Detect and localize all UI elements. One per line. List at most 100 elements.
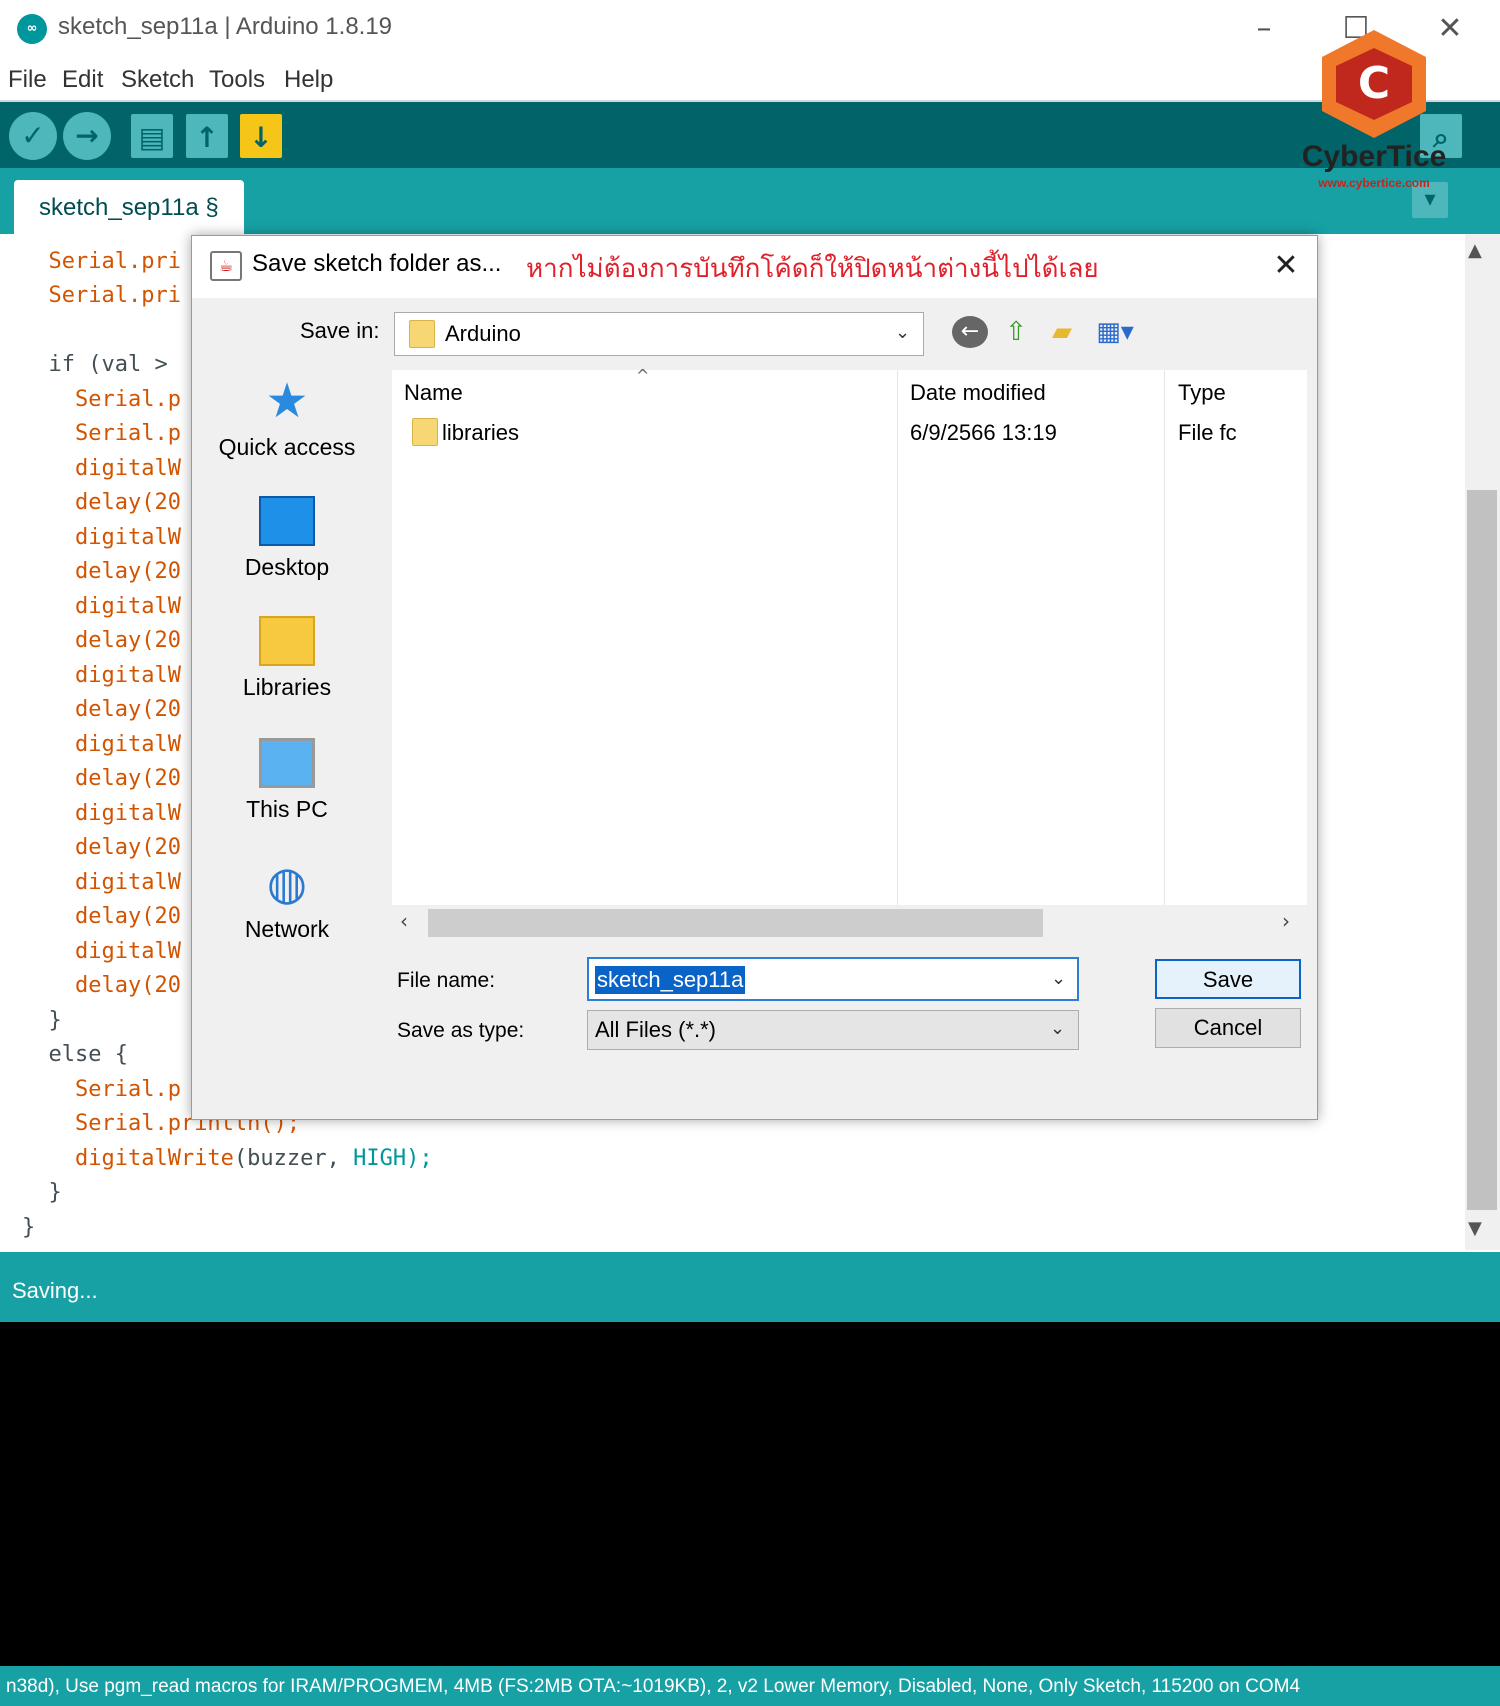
save-as-type-select[interactable]: All Files (*.*) ⌄	[587, 1010, 1079, 1050]
code-line: delay(20	[74, 904, 181, 929]
place-libraries[interactable]: Libraries	[202, 616, 372, 701]
column-date-modified[interactable]: Date modified	[910, 380, 1046, 406]
save-dialog: ☕ Save sketch folder as... หากไม่ต้องการ…	[191, 235, 1318, 1120]
up-folder-icon[interactable]: ⇧	[998, 312, 1034, 352]
open-button[interactable]: ↑	[186, 114, 228, 158]
scroll-right-icon[interactable]: ›	[1282, 909, 1290, 933]
folder-icon	[412, 418, 438, 446]
code-line: digitalW	[74, 800, 181, 826]
scroll-up-icon[interactable]: ▲	[1468, 240, 1482, 261]
cybertice-logo: C CyberTice www.cybertice.com	[1292, 30, 1452, 200]
place-desktop[interactable]: Desktop	[202, 496, 372, 581]
verify-button[interactable]: ✓	[9, 112, 57, 160]
file-name-value: sketch_sep11a	[595, 966, 746, 994]
file-list[interactable]: Name ^ Date modified Type libraries 6/9/…	[392, 366, 1307, 905]
libraries-icon	[259, 616, 315, 666]
scroll-left-icon[interactable]: ‹	[400, 909, 408, 933]
code-line: Serial.pri	[48, 283, 181, 308]
code-line: digitalW	[74, 869, 181, 895]
code-line: delay(20	[74, 628, 181, 653]
chevron-down-icon[interactable]: ⌄	[1051, 968, 1066, 989]
annotation-note: หากไม่ต้องการบันทึกโค้ดก็ให้ปิดหน้าต่างน…	[526, 254, 1099, 284]
code-line: Serial.p	[74, 1076, 181, 1102]
file-name: libraries	[442, 420, 520, 445]
dialog-close-icon[interactable]: ✕	[1264, 244, 1308, 288]
file-row[interactable]: libraries 6/9/2566 13:19 File fc	[402, 414, 1302, 450]
star-icon: ★	[265, 373, 309, 429]
place-quick-access[interactable]: ★ Quick access	[202, 376, 372, 461]
places-bar: ★ Quick access Desktop Libraries This PC…	[192, 356, 377, 1056]
code-line: if (val >	[48, 352, 181, 377]
code-line: delay(20	[74, 697, 181, 722]
folder-icon	[409, 320, 435, 348]
code-line: }	[48, 1007, 62, 1033]
cancel-button[interactable]: Cancel	[1155, 1008, 1301, 1048]
computer-icon	[259, 738, 315, 788]
menu-help[interactable]: Help	[284, 66, 333, 94]
hscroll-thumb[interactable]	[428, 909, 1043, 937]
chevron-down-icon: ⌄	[1050, 1018, 1066, 1039]
place-this-pc[interactable]: This PC	[202, 738, 372, 823]
minimize-icon[interactable]: –	[1234, 8, 1294, 50]
column-separator	[1164, 370, 1165, 905]
code-line: }	[48, 1180, 62, 1205]
code-line: else {	[48, 1042, 128, 1067]
place-network[interactable]: ◍ Network	[202, 858, 372, 943]
logo-brand-text: CyberTice	[1301, 140, 1447, 173]
desktop-icon	[259, 496, 315, 546]
save-as-type-value: All Files (*.*)	[595, 1017, 717, 1042]
save-toolbar-button[interactable]: ↓	[240, 114, 282, 158]
save-in-label: Save in:	[300, 318, 380, 343]
save-in-dropdown[interactable]: Arduino ⌄	[394, 312, 924, 356]
code-line: digitalWrite(buzzer, HIGH);	[74, 1145, 433, 1171]
code-line: digitalW	[74, 938, 181, 964]
console-output	[0, 1322, 1500, 1666]
code-line: digitalW	[74, 524, 181, 550]
save-button[interactable]: Save	[1155, 959, 1301, 999]
code-line: Serial.pri	[48, 248, 181, 274]
editor-scroll-thumb[interactable]	[1467, 490, 1497, 1210]
java-app-icon: ☕	[210, 251, 242, 281]
code-line: delay(20	[74, 490, 181, 515]
chevron-down-icon: ⌄	[895, 322, 911, 343]
file-list-hscrollbar[interactable]: ‹ ›	[392, 905, 1307, 941]
dialog-title: Save sketch folder as...	[252, 250, 502, 277]
new-button[interactable]: ▤	[131, 114, 173, 158]
code-line: Serial.p	[74, 421, 181, 446]
network-globe-icon: ◍	[266, 856, 308, 910]
menu-tools[interactable]: Tools	[209, 66, 265, 94]
file-type: File fc	[1178, 420, 1237, 445]
code-line: delay(20	[74, 835, 181, 860]
code-line: delay(20	[74, 973, 181, 998]
file-date: 6/9/2566 13:19	[910, 420, 1057, 445]
status-bar	[0, 1252, 1500, 1322]
code-line: delay(20	[74, 559, 181, 584]
code-line: digitalW	[74, 662, 181, 688]
sort-ascending-icon: ^	[636, 366, 650, 385]
menu-sketch[interactable]: Sketch	[121, 66, 194, 94]
column-name[interactable]: Name	[404, 380, 463, 406]
menu-edit[interactable]: Edit	[62, 66, 103, 94]
code-line: digitalW	[74, 455, 181, 481]
new-folder-icon[interactable]: ▰	[1042, 312, 1082, 352]
window-title: sketch_sep11a | Arduino 1.8.19	[58, 13, 393, 40]
code-line: digitalW	[74, 593, 181, 619]
tab-sketch[interactable]: sketch_sep11a §	[14, 180, 244, 236]
column-separator	[897, 370, 898, 905]
logo-url-text: www.cybertice.com	[1318, 176, 1430, 190]
code-line: }	[22, 1214, 36, 1240]
back-icon[interactable]: ←	[952, 316, 988, 348]
column-type[interactable]: Type	[1178, 380, 1226, 406]
menu-file[interactable]: File	[8, 66, 47, 94]
code-line: int val	[22, 234, 142, 239]
view-menu-icon[interactable]: ▦▾	[1090, 312, 1140, 352]
upload-button[interactable]: →	[63, 112, 111, 160]
file-name-label: File name:	[397, 969, 496, 992]
status-text: Saving...	[12, 1278, 98, 1303]
arduino-logo-icon: ∞	[17, 14, 47, 44]
scroll-down-icon[interactable]: ▼	[1468, 1218, 1482, 1239]
board-info-text: n38d), Use pgm_read macros for IRAM/PROG…	[6, 1676, 1301, 1697]
code-line: Serial.p	[74, 386, 181, 412]
save-in-value: Arduino	[445, 321, 521, 346]
file-name-input[interactable]: sketch_sep11a ⌄	[587, 957, 1079, 1001]
